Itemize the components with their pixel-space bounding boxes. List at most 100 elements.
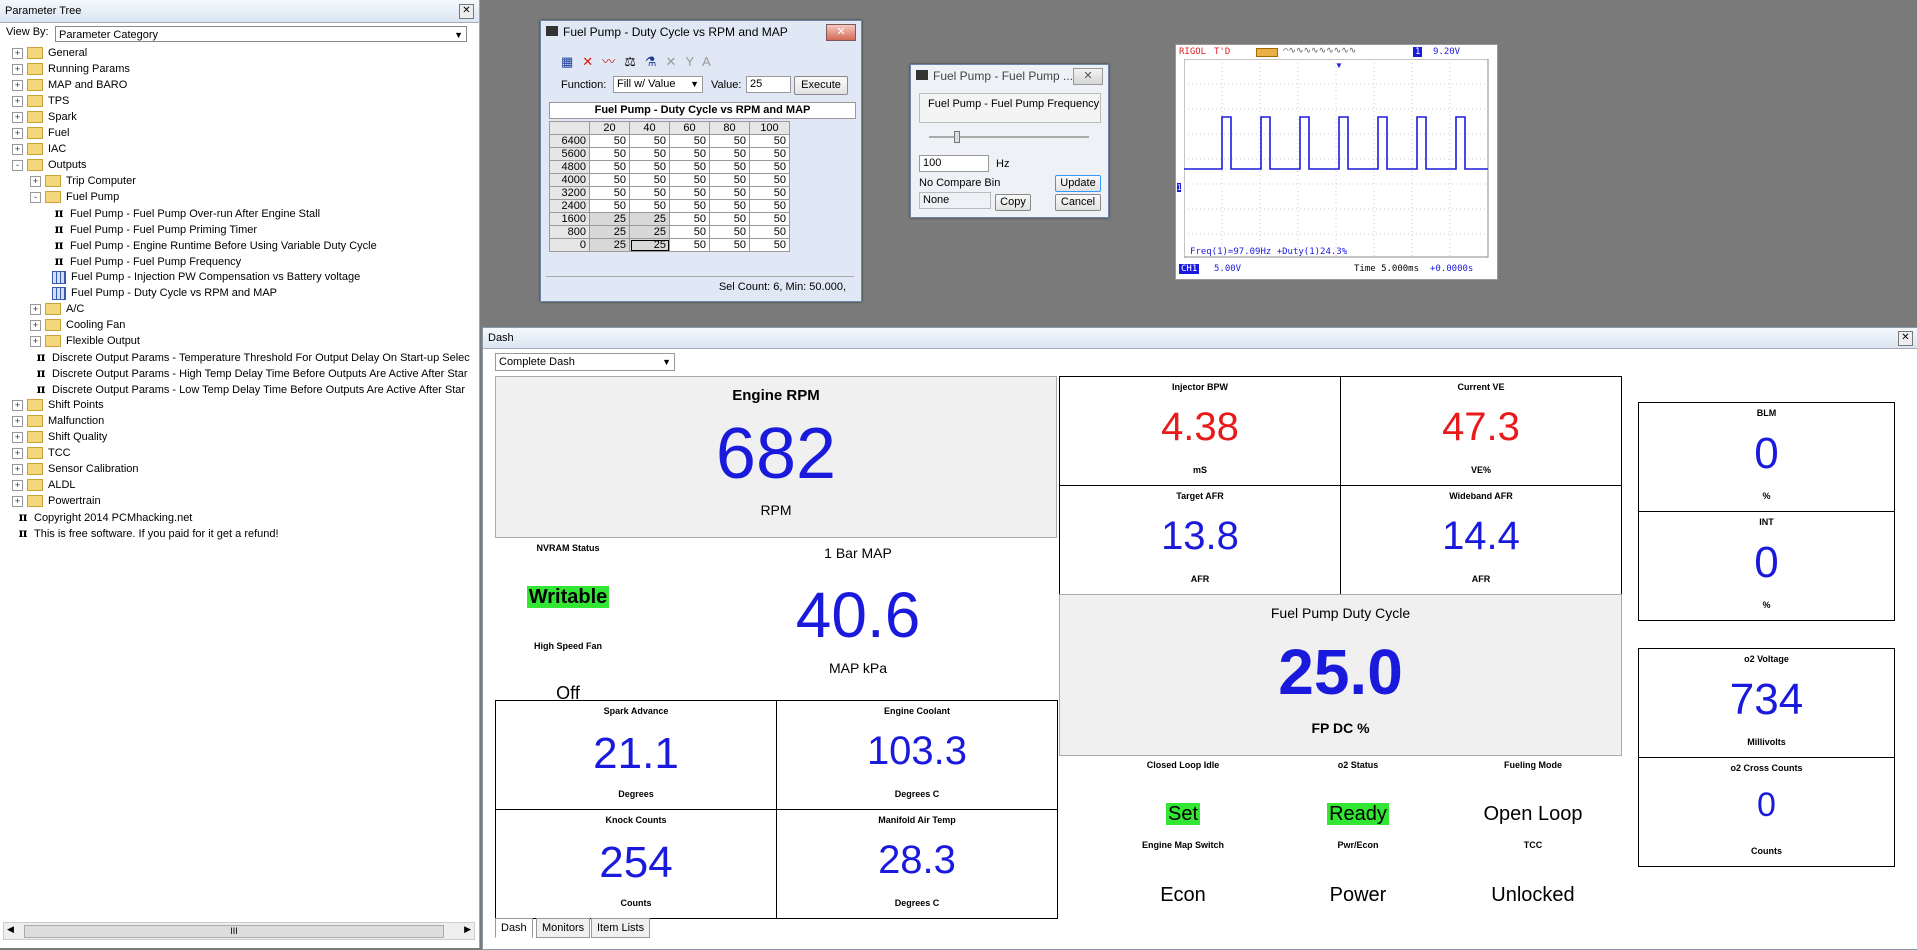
tab-dash[interactable]: Dash — [495, 918, 533, 938]
table-cell[interactable]: 50 — [749, 186, 790, 200]
row-header[interactable]: 4800 — [549, 160, 590, 174]
collapse-icon[interactable]: - — [30, 191, 41, 203]
table-cell[interactable]: 50 — [589, 160, 630, 174]
scroll-right-icon[interactable]: ▶ — [464, 924, 471, 935]
close-icon[interactable]: ✕ — [1073, 68, 1103, 85]
tree-item[interactable]: π Discrete Output Params - High Temp Dela… — [30, 365, 468, 381]
tree-item[interactable]: + Sensor Calibration — [12, 461, 139, 477]
table-cell[interactable]: 50 — [709, 212, 750, 226]
value-input[interactable]: 25 — [746, 76, 791, 93]
tree-item[interactable]: + General — [12, 45, 87, 61]
table-cell[interactable]: 50 — [749, 134, 790, 148]
table-cell[interactable]: 50 — [709, 225, 750, 239]
tree-item[interactable]: + A/C — [30, 301, 84, 317]
column-header[interactable]: 100 — [749, 121, 790, 135]
table-cell[interactable]: 50 — [669, 238, 710, 252]
freq-window-titlebar[interactable]: Fuel Pump - Fuel Pump ... ✕ — [911, 65, 1108, 87]
map-window-titlebar[interactable]: Fuel Pump - Duty Cycle vs RPM and MAP ✕ — [541, 21, 861, 43]
expand-icon[interactable]: + — [12, 79, 23, 91]
tree-item[interactable]: π Discrete Output Params - Temperature Th… — [30, 349, 470, 365]
duty-cycle-table[interactable]: 20 40 60 80 100 6400 50 50 50 50 50 5600 50 50 50 50 50 4… — [549, 121, 790, 252]
tab-monitors[interactable]: Monitors — [536, 918, 591, 938]
frequency-input[interactable]: 100 — [919, 155, 989, 172]
row-header[interactable]: 800 — [549, 225, 590, 239]
close-icon[interactable]: ✕ — [826, 24, 856, 41]
table-cell[interactable]: 50 — [749, 225, 790, 239]
table-cell[interactable]: 50 — [669, 173, 710, 187]
table-cell[interactable]: 50 — [669, 160, 710, 174]
expand-icon[interactable]: + — [12, 95, 23, 107]
table-cell[interactable]: 50 — [629, 160, 670, 174]
expand-icon[interactable]: + — [12, 111, 23, 123]
tree-item[interactable]: - Fuel Pump — [30, 189, 119, 205]
table-cell[interactable]: 50 — [629, 199, 670, 213]
tree-item[interactable]: + Cooling Fan — [30, 317, 125, 333]
tree-item[interactable]: π Fuel Pump - Fuel Pump Over-run After En… — [48, 205, 320, 221]
column-header[interactable]: 40 — [629, 121, 670, 135]
table-cell[interactable]: 50 — [629, 134, 670, 148]
tree-item[interactable]: Fuel Pump - Duty Cycle vs RPM and MAP — [48, 285, 277, 301]
compare-icon[interactable]: ⚖ — [624, 54, 645, 69]
row-header[interactable]: 2400 — [549, 199, 590, 213]
tree-item[interactable]: π Discrete Output Params - Low Temp Delay… — [30, 381, 466, 397]
tree-item[interactable]: + TPS — [12, 93, 69, 109]
graph-icon[interactable]: 〰 — [602, 54, 624, 69]
row-header[interactable]: 5600 — [549, 147, 590, 161]
table-cell[interactable]: 50 — [709, 147, 750, 161]
table-cell[interactable]: 50 — [749, 199, 790, 213]
update-button[interactable]: Update — [1055, 175, 1101, 192]
tree-item[interactable]: + MAP and BARO — [12, 77, 127, 93]
expand-icon[interactable]: + — [12, 47, 23, 59]
table-cell[interactable]: 50 — [709, 173, 750, 187]
column-header[interactable]: 60 — [669, 121, 710, 135]
tree-item[interactable]: + Trip Computer — [30, 173, 136, 189]
view-by-select[interactable]: Parameter Category ▼ — [55, 26, 467, 42]
expand-icon[interactable]: + — [30, 175, 41, 187]
tree-item[interactable]: + Flexible Output — [30, 333, 140, 349]
expand-icon[interactable]: + — [12, 415, 23, 427]
table-cell[interactable]: 50 — [589, 186, 630, 200]
expand-icon[interactable]: + — [30, 303, 41, 315]
expand-icon[interactable]: + — [12, 127, 23, 139]
expand-icon[interactable]: + — [12, 463, 23, 475]
table-cell[interactable]: 50 — [669, 225, 710, 239]
delete-icon[interactable]: ✕ — [582, 54, 602, 69]
function-select[interactable]: Fill w/ Value ▼ — [613, 76, 703, 93]
close-icon[interactable]: ✕ — [459, 4, 474, 19]
tree-item[interactable]: + TCC — [12, 445, 71, 461]
smooth-icon[interactable]: ✕ — [666, 54, 686, 69]
table-cell[interactable]: 50 — [629, 147, 670, 161]
tree-item[interactable]: π Copyright 2014 PCMhacking.net — [12, 509, 193, 525]
execute-button[interactable]: Execute — [794, 76, 848, 95]
freq-slider-track[interactable] — [929, 136, 1089, 138]
freq-slider-thumb[interactable] — [954, 131, 960, 143]
scrollbar-thumb[interactable]: III — [24, 925, 444, 938]
row-header[interactable]: 1600 — [549, 212, 590, 226]
expand-icon[interactable]: + — [12, 479, 23, 491]
table-cell[interactable]: 50 — [709, 199, 750, 213]
table-cell[interactable]: 50 — [669, 147, 710, 161]
table-cell[interactable]: 50 — [749, 238, 790, 252]
tree-item[interactable]: + Fuel — [12, 125, 69, 141]
table-cell[interactable]: 50 — [669, 212, 710, 226]
table-cell[interactable]: 50 — [589, 199, 630, 213]
table-cell[interactable]: 25 — [589, 212, 630, 226]
scroll-left-icon[interactable]: ◀ — [7, 924, 14, 935]
lift-icon[interactable]: ⚗ — [645, 54, 666, 69]
table-cell[interactable]: 50 — [749, 212, 790, 226]
expand-icon[interactable]: + — [12, 399, 23, 411]
expand-icon[interactable]: + — [12, 447, 23, 459]
tree-item[interactable]: π Fuel Pump - Fuel Pump Frequency — [48, 253, 242, 269]
table-cell[interactable]: 50 — [709, 134, 750, 148]
tree-item[interactable]: π Fuel Pump - Engine Runtime Before Using… — [48, 237, 377, 253]
table-cell[interactable]: 25 — [629, 212, 670, 226]
tree-item[interactable]: + Shift Points — [12, 397, 104, 413]
table-cell[interactable]: 25 — [589, 225, 630, 239]
collapse-icon[interactable]: - — [12, 159, 23, 171]
column-header[interactable]: 80 — [709, 121, 750, 135]
expand-icon[interactable]: + — [12, 63, 23, 75]
table-cell[interactable]: 50 — [749, 173, 790, 187]
tree-item[interactable]: π Fuel Pump - Fuel Pump Priming Timer — [48, 221, 257, 237]
row-header[interactable]: 6400 — [549, 134, 590, 148]
tree-item[interactable]: + Powertrain — [12, 493, 101, 509]
